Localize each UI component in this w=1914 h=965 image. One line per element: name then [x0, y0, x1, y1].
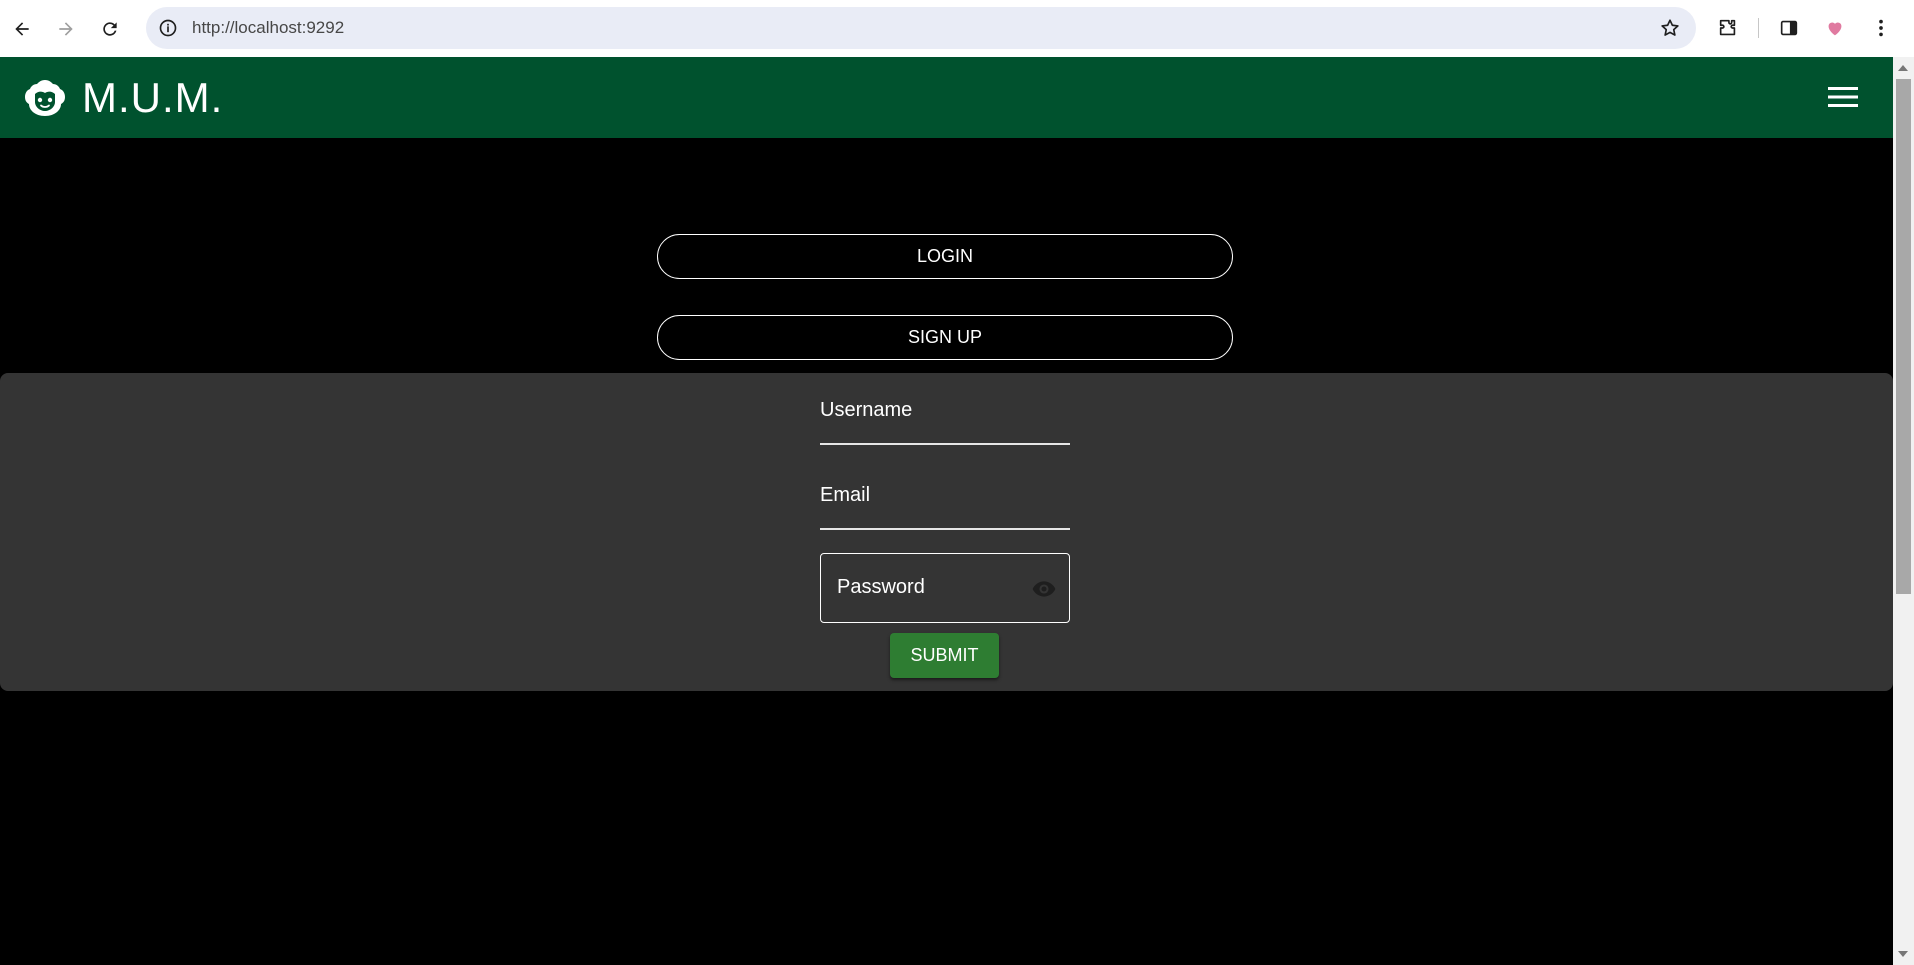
- hamburger-menu-icon[interactable]: [1827, 81, 1859, 113]
- arrow-right-icon: [59, 21, 73, 36]
- site-info-icon[interactable]: [154, 14, 182, 42]
- password-label: Password: [837, 576, 925, 598]
- reload-icon: [103, 21, 117, 36]
- email-underline: [820, 528, 1070, 530]
- email-field[interactable]: Email: [820, 458, 1070, 530]
- page-scrollbar[interactable]: [1893, 57, 1914, 965]
- login-button[interactable]: LOGIN: [657, 234, 1233, 279]
- toolbar-divider: [1758, 18, 1759, 38]
- scroll-up-arrow-icon[interactable]: [1898, 65, 1908, 71]
- heart-icon[interactable]: [1819, 12, 1851, 44]
- face-icon: [23, 76, 67, 120]
- username-label: Username: [820, 399, 913, 421]
- address-bar[interactable]: http://localhost:9292: [146, 7, 1696, 49]
- submit-button[interactable]: SUBMIT: [890, 633, 999, 678]
- password-field[interactable]: Password: [820, 553, 1070, 623]
- signup-button[interactable]: SIGN UP: [657, 315, 1233, 360]
- forward-button[interactable]: [50, 13, 82, 45]
- username-underline: [820, 443, 1070, 445]
- arrow-left-icon: [15, 21, 29, 36]
- eye-icon[interactable]: [1031, 576, 1057, 602]
- side-panel-icon[interactable]: [1773, 12, 1805, 44]
- app-header: M.U.M.: [0, 57, 1893, 138]
- signup-form-panel: Username Email Password SUBMIT: [0, 373, 1893, 691]
- username-field[interactable]: Username: [820, 373, 1070, 445]
- reload-button[interactable]: [94, 13, 126, 45]
- browser-menu-icon[interactable]: [1865, 12, 1897, 44]
- back-button[interactable]: [6, 13, 38, 45]
- app-title: M.U.M.: [82, 73, 224, 121]
- main-content: LOGIN SIGN UP Username Email Password SU…: [0, 138, 1893, 965]
- extensions-puzzle-icon[interactable]: [1712, 12, 1744, 44]
- email-label: Email: [820, 484, 871, 506]
- scroll-thumb[interactable]: [1896, 79, 1911, 594]
- browser-toolbar: http://localhost:9292: [0, 0, 1914, 57]
- url-text: http://localhost:9292: [192, 18, 345, 37]
- scroll-down-arrow-icon[interactable]: [1898, 951, 1908, 957]
- bookmark-star-icon[interactable]: [1658, 16, 1682, 40]
- browser-actions: [1712, 12, 1897, 44]
